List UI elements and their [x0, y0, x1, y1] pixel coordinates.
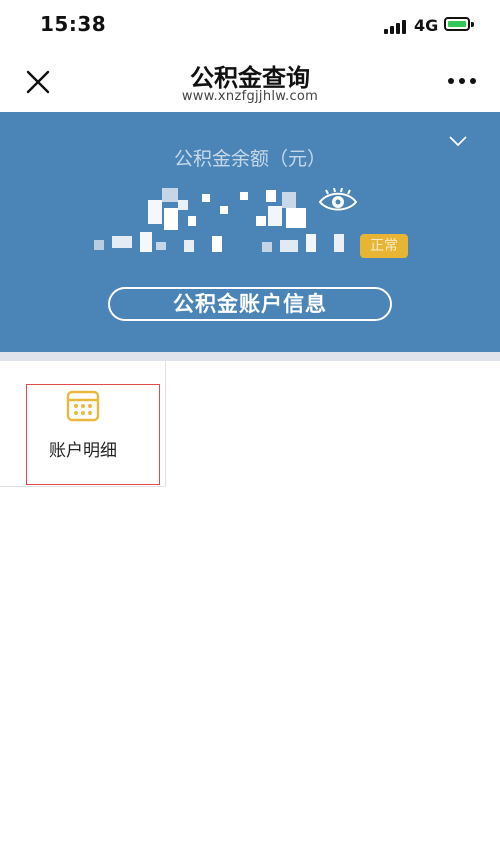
section-divider [0, 352, 500, 361]
page-title: 公积金查询 [190, 64, 310, 92]
signal-icon [384, 18, 408, 34]
status-time: 15:38 [40, 12, 107, 36]
nav-header: 公积金查询 www.xnzfgjjhlw.com [0, 52, 500, 112]
battery-icon [444, 17, 474, 31]
eye-icon[interactable] [318, 188, 358, 214]
account-info-button[interactable]: 公积金账户信息 [108, 287, 392, 321]
status-badge: 正常 [360, 234, 408, 258]
calculator-icon [66, 390, 100, 422]
status-bar: 15:38 4G [0, 0, 500, 52]
more-icon[interactable] [448, 78, 476, 86]
network-label: 4G [414, 16, 439, 35]
balance-card: 公积金余额（元） 正常 公积金账户信息 [0, 112, 500, 352]
page-subtitle-url: www.xnzfgjjhlw.com [181, 89, 319, 104]
menu-item-label: 账户明细 [49, 441, 117, 461]
